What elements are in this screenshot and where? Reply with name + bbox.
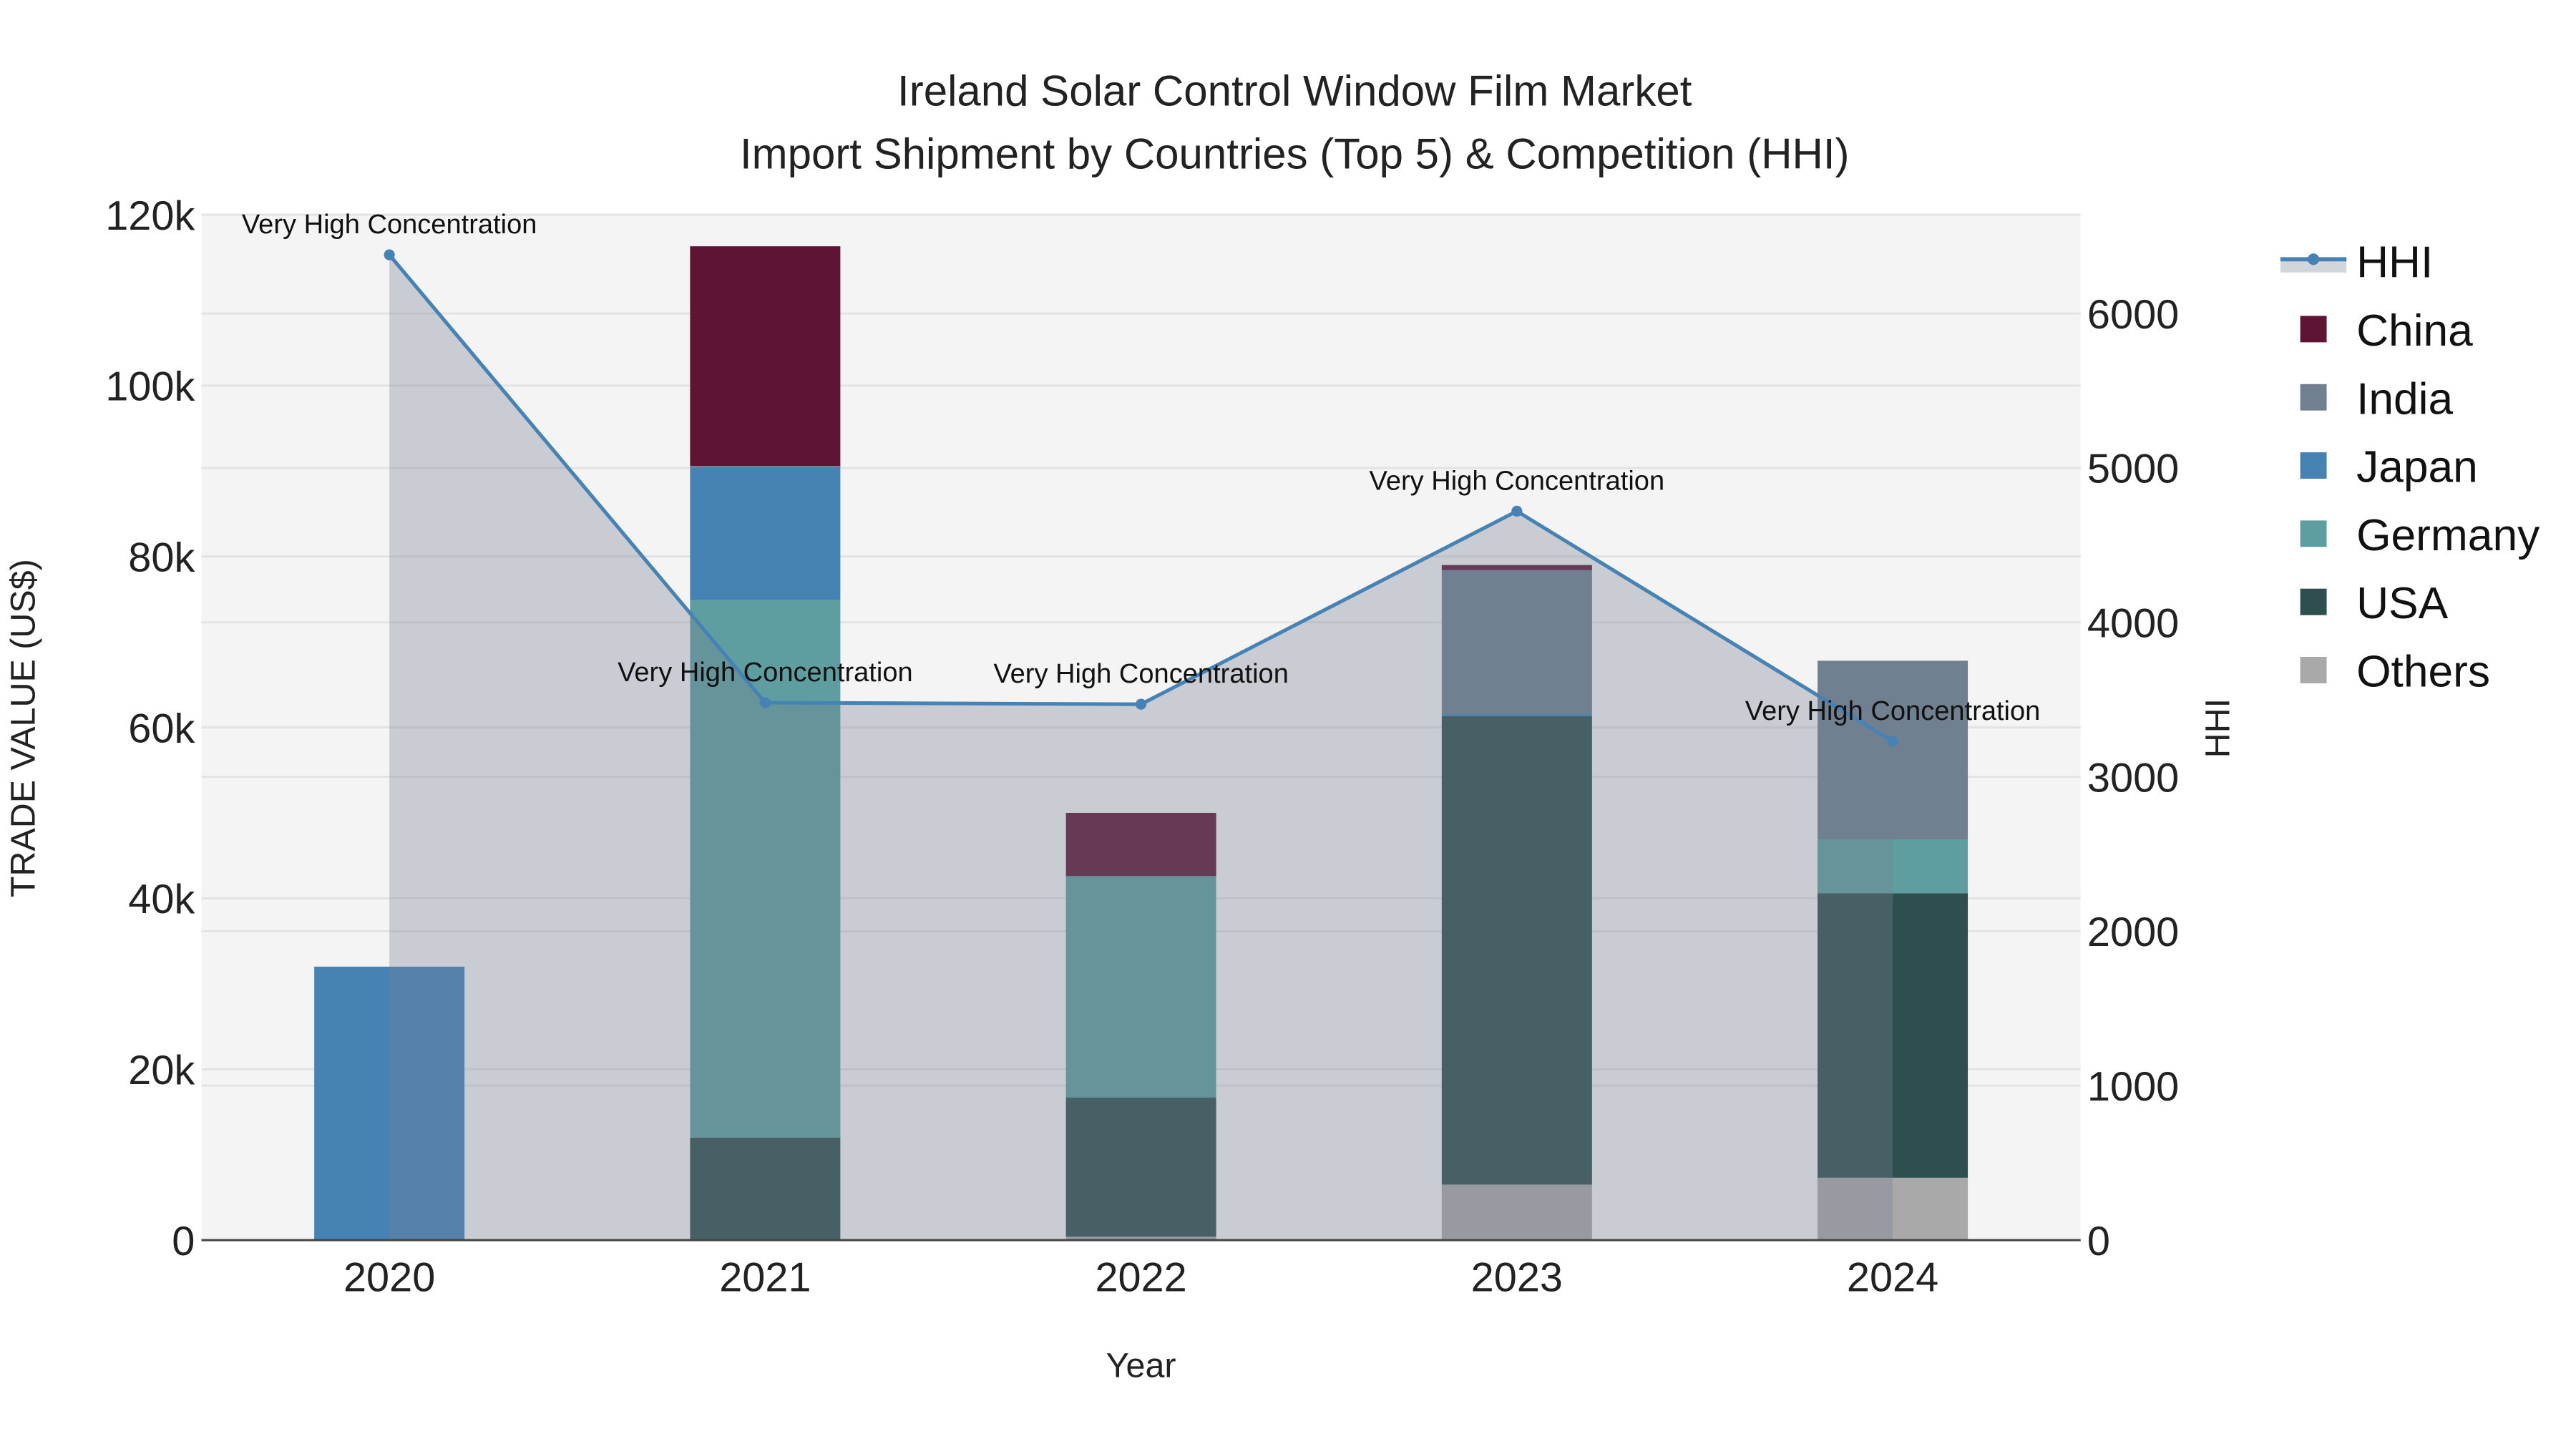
x-axis-title: Year	[1106, 1347, 1176, 1385]
y-tick-label: 20k	[128, 1048, 195, 1093]
legend-swatch-usa	[2300, 588, 2327, 615]
hhi-point	[1511, 505, 1523, 517]
bar-india	[690, 466, 841, 468]
y2-tick-label: 6000	[2087, 292, 2179, 338]
y-axis-ticks: 0 20k 40k 60k 80k 100k 120k	[105, 193, 195, 1264]
y2-tick-label: 1000	[2087, 1064, 2179, 1110]
legend-label-japan: Japan	[2356, 443, 2478, 492]
x-tick-label: 2024	[1847, 1255, 1938, 1301]
y-tick-label: 120k	[105, 193, 195, 239]
y-tick-label: 0	[172, 1219, 195, 1264]
chart: Very High Concentration Very High Concent…	[4, 67, 2540, 1385]
legend-label-germany: Germany	[2356, 511, 2540, 560]
legend-swatch-others	[2300, 657, 2327, 683]
legend-label-china: China	[2356, 306, 2473, 356]
y2-axis-ticks: 0 1000 2000 3000 4000 5000 6000	[2087, 292, 2179, 1264]
hhi-annotation: Very High Concentration	[242, 210, 537, 240]
hhi-annotation: Very High Concentration	[993, 659, 1289, 689]
hhi-point	[1136, 698, 1147, 710]
y-axis-title: TRADE VALUE (US$)	[4, 559, 42, 897]
legend-label-usa: USA	[2356, 579, 2449, 628]
y-tick-label: 80k	[128, 535, 195, 580]
x-tick-label: 2020	[343, 1255, 435, 1301]
y-tick-label: 100k	[105, 364, 195, 410]
bar-japan	[690, 467, 841, 600]
hhi-point	[759, 697, 771, 708]
x-tick-label: 2023	[1471, 1255, 1563, 1301]
x-tick-label: 2021	[719, 1255, 811, 1301]
x-axis-ticks: 2020 2021 2022 2023 2024	[343, 1255, 1938, 1301]
y2-tick-label: 4000	[2087, 601, 2179, 647]
hhi-annotation: Very High Concentration	[1370, 466, 1665, 496]
y2-tick-label: 0	[2087, 1219, 2110, 1264]
legend: HHI China India Japan Germany USA Others	[2280, 238, 2540, 697]
legend-label-others: Others	[2356, 648, 2490, 697]
y2-axis-title: HHI	[2198, 698, 2237, 758]
legend-label-hhi: HHI	[2356, 238, 2433, 288]
hhi-annotation: Very High Concentration	[618, 658, 913, 688]
legend-swatch-germany	[2300, 520, 2327, 547]
y2-tick-label: 5000	[2087, 447, 2179, 492]
y-tick-label: 60k	[128, 706, 195, 751]
legend-hhi-marker	[2308, 253, 2320, 265]
x-tick-label: 2022	[1095, 1255, 1186, 1301]
hhi-annotation: Very High Concentration	[1745, 696, 2041, 726]
legend-swatch-china	[2300, 316, 2327, 343]
chart-subtitle: Import Shipment by Countries (Top 5) & C…	[740, 130, 1850, 177]
chart-title: Ireland Solar Control Window Film Market	[897, 67, 1692, 115]
hhi-point	[384, 249, 395, 260]
legend-swatch-india	[2300, 384, 2327, 411]
legend-label-india: India	[2356, 374, 2453, 424]
hhi-point	[1887, 736, 1898, 747]
y2-tick-label: 3000	[2087, 755, 2179, 801]
bar-china	[690, 246, 841, 467]
y-tick-label: 40k	[128, 877, 195, 922]
y2-tick-label: 2000	[2087, 909, 2179, 955]
legend-swatch-japan	[2300, 452, 2327, 479]
